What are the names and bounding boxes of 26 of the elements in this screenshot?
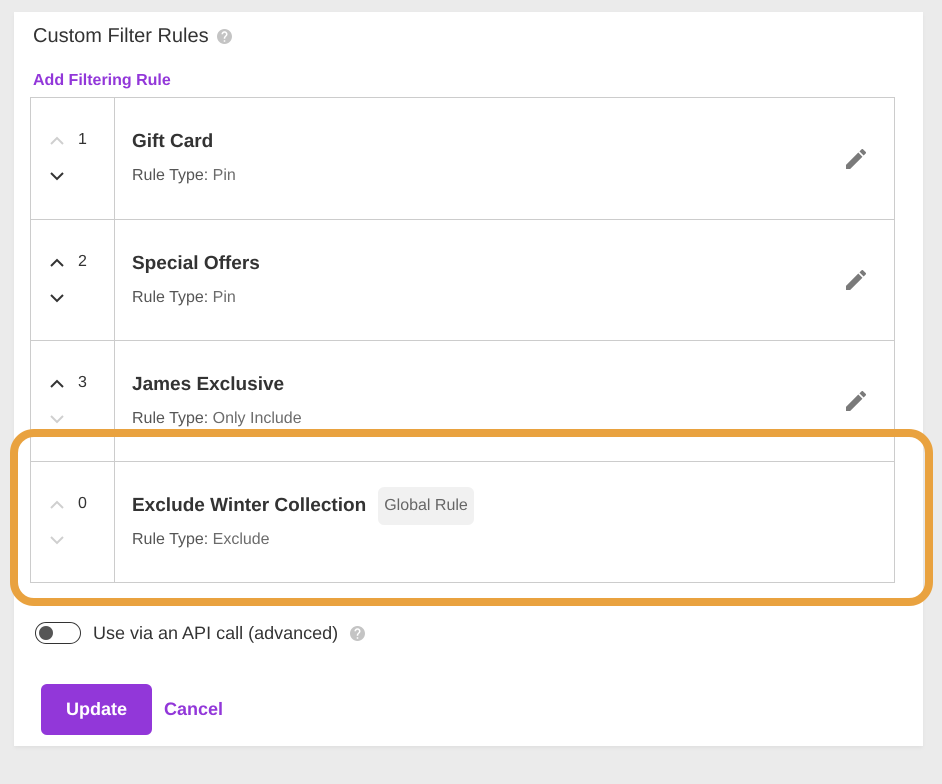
rule-type-text: Rule Type: Pin (132, 166, 236, 186)
cancel-link[interactable]: Cancel (164, 696, 224, 723)
rule-name: Special Offers (132, 252, 260, 276)
rule-type-text: Rule Type: Pin (132, 288, 236, 308)
position-number: 0 (78, 495, 87, 513)
chevron-down-icon[interactable] (50, 172, 64, 181)
toggle-label: Use via an API call (advanced) (93, 622, 338, 645)
pencil-icon[interactable] (846, 148, 866, 168)
section-title: Custom Filter Rules (33, 24, 209, 49)
add-rule-link[interactable]: Add Filtering Rule (33, 70, 171, 92)
chevron-up-icon[interactable] (50, 378, 64, 388)
rule-name: Exclude Winter Collection (132, 494, 366, 518)
pencil-icon[interactable] (846, 391, 866, 411)
update-button[interactable]: Update (41, 684, 152, 735)
global-rule-tag: Global Rule (378, 487, 474, 525)
rule-type-text: Rule Type: Only Include (132, 409, 302, 429)
rule-type-text: Rule Type: Exclude (132, 530, 270, 550)
rule-name: Gift Card (132, 130, 214, 154)
toggle-switch[interactable] (35, 622, 81, 644)
pencil-icon[interactable] (846, 270, 866, 290)
chevron-down-icon[interactable] (50, 294, 64, 303)
position-number: 1 (78, 131, 87, 149)
position-number: 3 (78, 374, 87, 392)
rule-name: James Exclusive (132, 373, 284, 397)
position-number: 2 (78, 253, 87, 271)
chevron-up-icon[interactable] (50, 258, 64, 266)
